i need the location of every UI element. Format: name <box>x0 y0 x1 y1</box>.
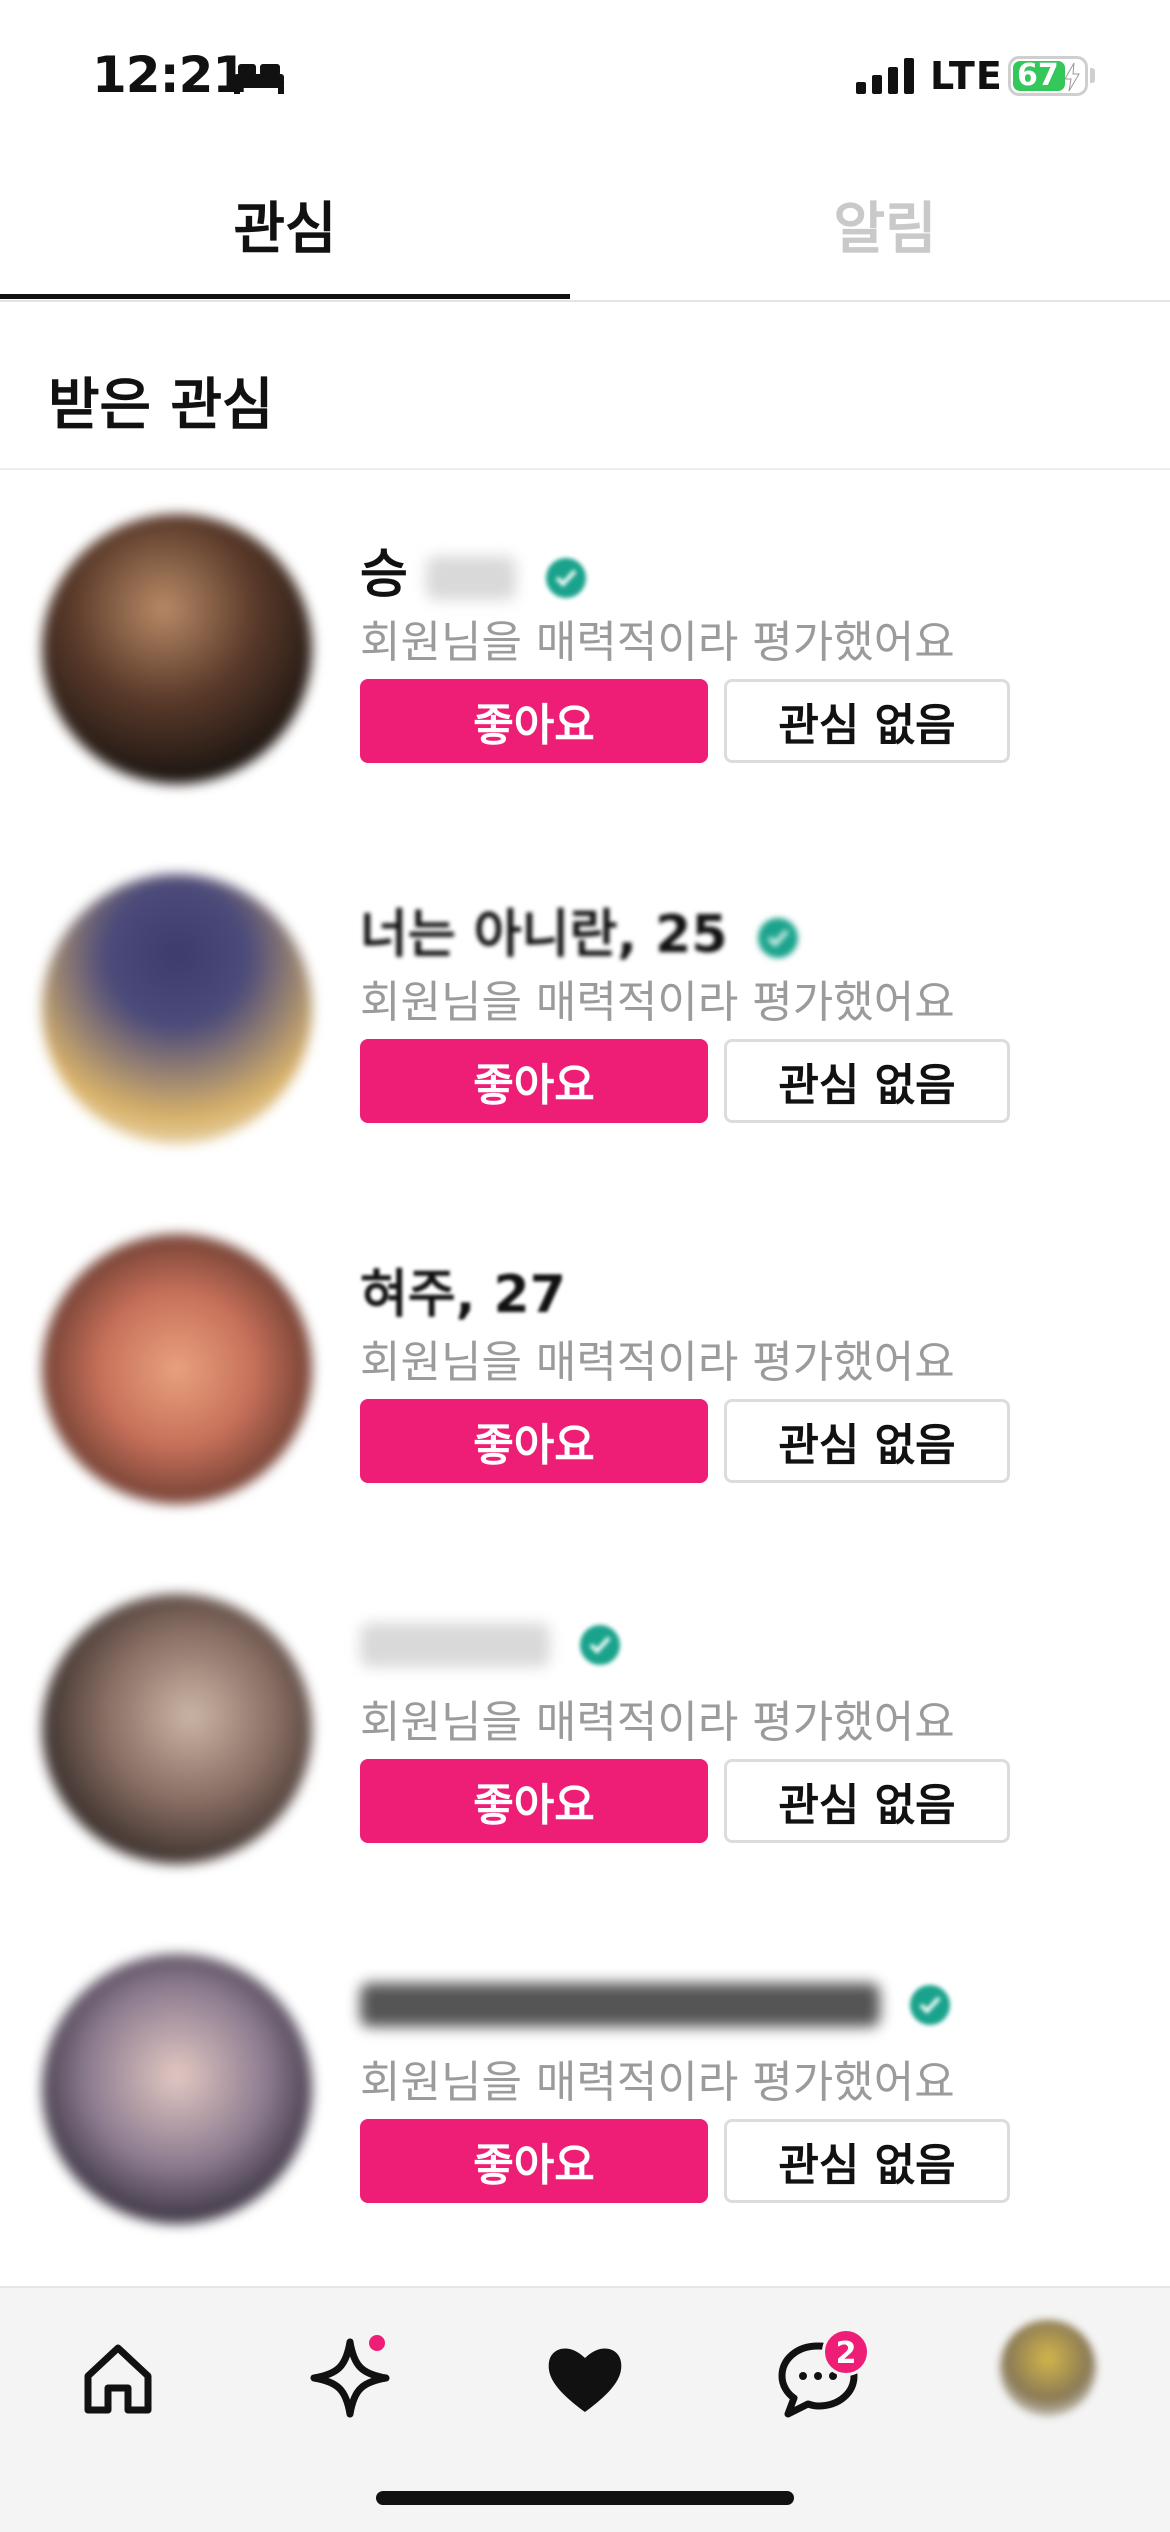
like-button[interactable]: 좋아요 <box>360 1759 708 1843</box>
list-item[interactable]: 회원님을 매력적이라 평가했어요 좋아요 관심 없음 <box>0 1594 1170 1894</box>
like-button[interactable]: 좋아요 <box>360 679 708 763</box>
avatar[interactable] <box>42 1954 312 2224</box>
not-interested-button[interactable]: 관심 없음 <box>724 1039 1010 1123</box>
heart-icon <box>548 2348 622 2412</box>
battery-icon: 67 <box>1008 56 1088 96</box>
item-subtitle: 회원님을 매력적이라 평가했어요 <box>360 977 955 1028</box>
user-name-text: 혀주, 27 <box>360 1265 566 1325</box>
charging-bolt-icon <box>1064 63 1080 91</box>
item-subtitle: 회원님을 매력적이라 평가했어요 <box>360 617 955 668</box>
list-item[interactable]: 회원님을 매력적이라 평가했어요 좋아요 관심 없음 <box>0 1954 1170 2254</box>
user-name <box>360 1972 952 2042</box>
verified-badge-icon <box>910 1985 951 2025</box>
redacted-name <box>360 1623 550 1667</box>
redacted-name <box>360 1983 880 2027</box>
active-tab-indicator <box>0 294 570 299</box>
item-subtitle: 회원님을 매력적이라 평가했어요 <box>360 1337 955 1388</box>
sleep-focus-icon <box>234 64 284 94</box>
section-title: 받은 관심 <box>48 373 274 438</box>
signal-icon <box>856 58 914 94</box>
home-icon <box>84 2344 152 2414</box>
tab-interest[interactable]: 관심 <box>0 170 570 300</box>
verified-badge-icon <box>757 918 798 958</box>
status-time: 12:21 <box>92 46 247 104</box>
home-indicator <box>376 2491 794 2505</box>
chat-badge: 2 <box>822 2328 870 2376</box>
tab-chat[interactable]: 2 <box>768 2328 870 2428</box>
verified-badge-icon <box>580 1625 621 1665</box>
like-button[interactable]: 좋아요 <box>360 1399 708 1483</box>
tab-home[interactable] <box>68 2328 168 2428</box>
tab-likes[interactable] <box>535 2328 635 2428</box>
like-button[interactable]: 좋아요 <box>360 2119 708 2203</box>
user-name: 혀주, 27 <box>360 1252 566 1325</box>
avatar[interactable] <box>42 1234 312 1504</box>
not-interested-button[interactable]: 관심 없음 <box>724 1399 1010 1483</box>
user-name: 승 <box>360 532 588 605</box>
user-name: 너는 아니란, 25 <box>360 892 800 965</box>
redacted-name <box>425 556 516 600</box>
tab-notifications[interactable]: 알림 <box>600 170 1170 300</box>
item-subtitle: 회원님을 매력적이라 평가했어요 <box>360 2057 955 2108</box>
verified-badge-icon <box>546 558 587 598</box>
item-subtitle: 회원님을 매력적이라 평가했어요 <box>360 1697 955 1748</box>
tab-discover[interactable] <box>300 2328 400 2428</box>
top-tabs: 관심 알림 <box>0 170 1170 302</box>
notification-dot <box>366 2332 388 2354</box>
list-item[interactable]: 승 회원님을 매력적이라 평가했어요 좋아요 관심 없음 <box>0 514 1170 814</box>
section-divider <box>0 468 1170 470</box>
user-name-text: 너는 아니란, 25 <box>360 905 728 965</box>
list-item[interactable]: 혀주, 27 회원님을 매력적이라 평가했어요 좋아요 관심 없음 <box>0 1234 1170 1534</box>
battery-nub <box>1090 68 1095 83</box>
user-name-text: 승 <box>360 545 408 605</box>
list-item[interactable]: 너는 아니란, 25 회원님을 매력적이라 평가했어요 좋아요 관심 없음 <box>0 874 1170 1174</box>
not-interested-button[interactable]: 관심 없음 <box>724 2119 1010 2203</box>
not-interested-button[interactable]: 관심 없음 <box>724 1759 1010 1843</box>
avatar[interactable] <box>42 874 312 1144</box>
not-interested-button[interactable]: 관심 없음 <box>724 679 1010 763</box>
tab-profile-avatar[interactable] <box>1000 2320 1096 2416</box>
avatar[interactable] <box>42 1594 312 1864</box>
avatar[interactable] <box>42 514 312 784</box>
like-button[interactable]: 좋아요 <box>360 1039 708 1123</box>
network-type: LTE <box>930 54 1003 98</box>
battery-percent: 67 <box>1017 58 1059 93</box>
user-name <box>360 1612 622 1682</box>
status-bar: 12:21 LTE 67 <box>0 0 1170 150</box>
